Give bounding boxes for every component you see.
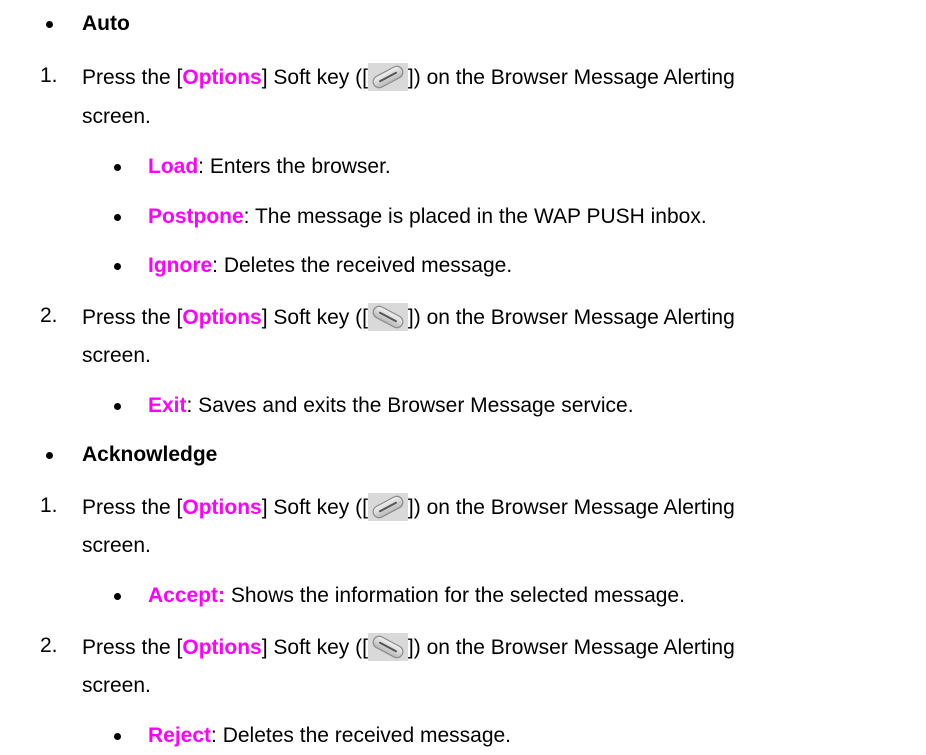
instruction-text: Press the [ bbox=[82, 306, 183, 329]
option-term: Accept: bbox=[148, 584, 226, 607]
option-bullet bbox=[114, 403, 121, 410]
options-key-label: Options bbox=[182, 66, 262, 89]
section-bullet bbox=[46, 21, 53, 28]
option-item-exit: Exit: Saves and exits the Browser Messag… bbox=[148, 393, 634, 419]
instruction-text: ] Soft key ([ bbox=[261, 636, 368, 659]
instruction-text: ]) on the Browser Message Alerting bbox=[407, 66, 735, 89]
option-term: Exit bbox=[148, 394, 187, 417]
step-instruction: Press the [Options] Soft key ([ ]) on the… bbox=[82, 633, 735, 661]
instruction-text: ]) on the Browser Message Alerting bbox=[407, 306, 735, 329]
instruction-text: Press the [ bbox=[82, 66, 183, 89]
step-number: 1. bbox=[40, 494, 58, 517]
step-instruction-continued: screen. bbox=[82, 674, 151, 697]
option-item-ignore: Ignore: Deletes the received message. bbox=[148, 253, 512, 279]
option-bullet bbox=[114, 263, 121, 270]
instruction-text: ]) on the Browser Message Alerting bbox=[407, 496, 735, 519]
step-instruction-continued: screen. bbox=[82, 344, 151, 367]
option-item-postpone: Postpone: The message is placed in the W… bbox=[148, 204, 707, 230]
left-soft-key-icon bbox=[368, 493, 408, 521]
option-term: Ignore bbox=[148, 254, 213, 277]
option-description: : Saves and exits the Browser Message se… bbox=[186, 394, 634, 417]
option-term: Load bbox=[148, 155, 199, 178]
right-soft-key-icon bbox=[368, 633, 408, 661]
option-bullet bbox=[114, 733, 121, 740]
step-instruction: Press the [Options] Soft key ([ ]) on the… bbox=[82, 493, 735, 521]
instruction-text: ] Soft key ([ bbox=[261, 496, 368, 519]
instruction-text: ]) on the Browser Message Alerting bbox=[407, 636, 735, 659]
option-description: : Enters the browser. bbox=[198, 155, 391, 178]
instruction-text: ] Soft key ([ bbox=[261, 306, 368, 329]
options-key-label: Options bbox=[182, 306, 262, 329]
options-key-label: Options bbox=[182, 496, 262, 519]
section-bullet bbox=[46, 452, 53, 459]
instruction-text: ] Soft key ([ bbox=[261, 66, 368, 89]
left-soft-key-icon bbox=[368, 63, 408, 91]
options-key-label: Options bbox=[182, 636, 262, 659]
step-number: 2. bbox=[40, 304, 58, 327]
section-heading-acknowledge: Acknowledge bbox=[82, 443, 218, 466]
option-description: : Deletes the received message. bbox=[212, 254, 513, 277]
option-term: Reject bbox=[148, 724, 212, 747]
right-soft-key-icon bbox=[368, 303, 408, 331]
option-bullet bbox=[114, 164, 121, 171]
instruction-text: Press the [ bbox=[82, 636, 183, 659]
step-number: 1. bbox=[40, 64, 58, 87]
step-instruction-continued: screen. bbox=[82, 105, 151, 128]
step-instruction: Press the [Options] Soft key ([ ]) on the… bbox=[82, 63, 735, 91]
option-bullet bbox=[114, 593, 121, 600]
option-item-load: Load: Enters the browser. bbox=[148, 154, 391, 180]
option-term: Postpone bbox=[148, 205, 244, 228]
option-item-accept: Accept: Shows the information for the se… bbox=[148, 583, 685, 609]
option-description: : The message is placed in the WAP PUSH … bbox=[243, 205, 707, 228]
option-description: Shows the information for the selected m… bbox=[225, 584, 685, 607]
instruction-text: Press the [ bbox=[82, 496, 183, 519]
step-number: 2. bbox=[40, 634, 58, 657]
option-item-reject: Reject: Deletes the received message. bbox=[148, 723, 511, 749]
option-bullet bbox=[114, 214, 121, 221]
option-description: : Deletes the received message. bbox=[211, 724, 512, 747]
step-instruction-continued: screen. bbox=[82, 534, 151, 557]
section-heading-auto: Auto bbox=[82, 12, 130, 35]
step-instruction: Press the [Options] Soft key ([ ]) on the… bbox=[82, 303, 735, 331]
